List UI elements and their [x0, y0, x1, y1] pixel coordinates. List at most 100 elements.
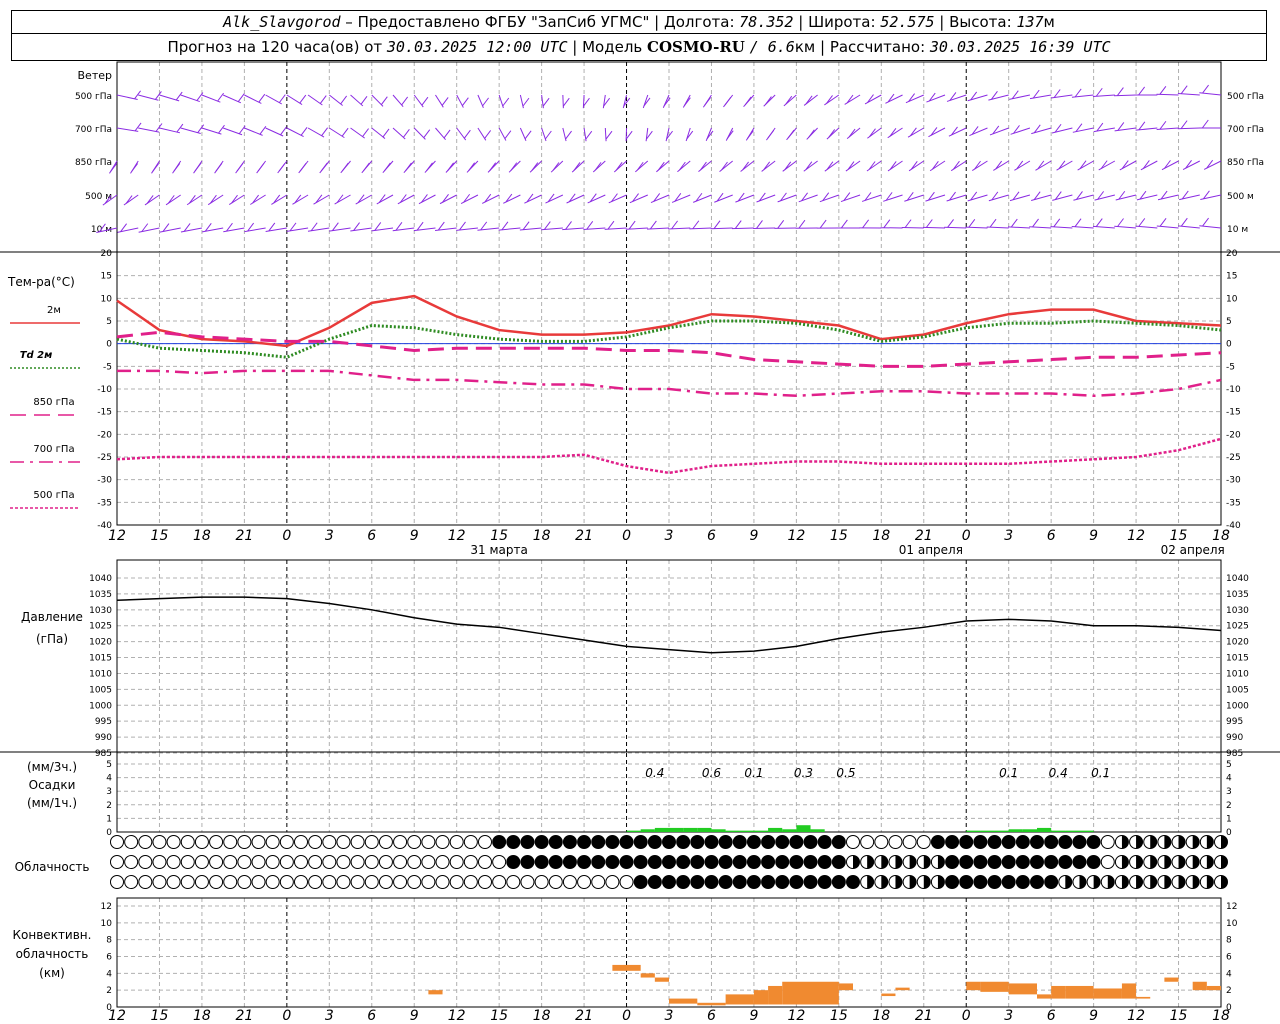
wind-barb-feather [968, 218, 976, 228]
wind-barb-feather [504, 130, 512, 139]
cloud-cover-half [1221, 875, 1228, 889]
wind-barb-feather [280, 126, 287, 136]
cloud-cover-symbol [393, 835, 408, 849]
wind-barb-feather [1138, 121, 1146, 131]
wind-barb-feather [299, 94, 307, 104]
wind-barb-feather [565, 130, 572, 140]
cloud-cover-symbol [591, 875, 606, 889]
precip-bar [966, 830, 981, 832]
cloud-cover-half [909, 875, 917, 889]
convective-cloud-bar [1121, 983, 1137, 999]
cloud-panel: Облачность [15, 835, 1228, 889]
wind-barb-feather [1202, 84, 1209, 94]
cloud-cover-symbol [223, 835, 238, 849]
temp-tick-left: -10 [97, 385, 112, 395]
wind-barb-feather [531, 162, 539, 171]
pressure-panel: Давление (гПа) 1040 1040 1035 1035 1030 1030 1… [21, 574, 1249, 759]
hour-tick-label: 3 [665, 1008, 674, 1024]
cloud-cover-symbol [152, 835, 167, 849]
wind-barb-feather [294, 194, 302, 204]
cloud-cover-symbol [676, 875, 691, 889]
convective-cloud-bar [1008, 983, 1037, 995]
precip-amount-label: 0.5 [836, 766, 855, 780]
wind-barb-feather [995, 160, 1003, 170]
wind-barb-feather [362, 128, 369, 137]
cloud-cover-symbol [647, 835, 662, 849]
wind-barb-feather [321, 127, 329, 137]
cloud-cover-symbol [789, 875, 804, 889]
cloud-cover-symbol [520, 835, 535, 849]
pressure-tick-right: 990 [1226, 733, 1243, 743]
wind-barb-feather [904, 219, 912, 228]
cloud-cover-half [937, 875, 945, 889]
hour-tick-label: 3 [325, 1008, 334, 1024]
cloud-cover-half [1121, 835, 1129, 849]
temp-tick-right: 20 [1226, 249, 1238, 259]
pressure-tick-right: 1025 [1226, 622, 1249, 632]
cloud-cover-symbol [718, 835, 733, 849]
wind-level-label: 700 гПа [75, 125, 112, 135]
cloud-cover-symbol [506, 855, 521, 869]
cloud-cover-symbol [251, 855, 266, 869]
cloud-cover-symbol [138, 835, 153, 849]
cloud-cover-symbol [577, 835, 592, 849]
wind-barb-feather [1074, 88, 1082, 98]
hour-tick-label: 15 [830, 1008, 848, 1024]
temp-tick-right: 15 [1226, 272, 1237, 282]
date-label: 02 апреля [1161, 543, 1225, 557]
hour-tick-label: 12 [787, 1008, 805, 1024]
date-label: 31 марта [470, 543, 527, 557]
precip-amount-label: 0.1 [744, 766, 763, 780]
hour-tick-label: 18 [533, 1008, 551, 1024]
hour-tick-label: 15 [490, 528, 508, 544]
hour-tick-label: 15 [830, 528, 848, 544]
wind-barb-feather [605, 130, 613, 140]
cloud-cover-half [1150, 835, 1157, 849]
cloud-cover-symbol [888, 835, 903, 849]
cloud-cover-symbol [1086, 855, 1101, 869]
cloud-cover-symbol [506, 875, 521, 889]
temperature-title: Тем-ра(°C) [7, 275, 75, 289]
wind-level-label-right: 850 гПа [1227, 158, 1264, 168]
wind-barb [671, 194, 691, 203]
cloud-cover-half [1107, 875, 1115, 889]
cloud-cover-symbol [350, 855, 365, 869]
wind-barb-feather [1032, 218, 1039, 228]
convective-title-3: (км) [39, 966, 65, 980]
hour-tick-label: 15 [151, 528, 169, 544]
cloud-cover-symbol [322, 855, 337, 869]
cloud-cover-symbol [237, 855, 252, 869]
cloud-cover-half [1121, 855, 1129, 869]
hour-tick-label: 21 [915, 1008, 933, 1024]
cloud-cover-symbol [322, 875, 337, 889]
convective-cloud-bar [654, 977, 669, 982]
cloud-cover-symbol [492, 835, 507, 849]
cloud-cover-symbol [138, 875, 153, 889]
conv-tick-left: 6 [106, 953, 112, 963]
cloud-cover-symbol [449, 835, 464, 849]
precip-amount-label: 0.1 [999, 766, 1018, 780]
wind-barb-feather [217, 92, 224, 102]
cloud-cover-symbol [973, 835, 988, 849]
cloud-cover-symbol [732, 855, 747, 869]
cloud-cover-symbol [308, 875, 323, 889]
cloud-cover-symbol [803, 875, 818, 889]
convective-cloud-bar [966, 981, 981, 991]
convective-cloud-bar [640, 973, 655, 978]
pressure-tick-left: 1005 [89, 685, 112, 695]
temp-tick-left: 0 [106, 340, 112, 350]
convective-title-2: облачность [16, 947, 89, 961]
precip-bar [782, 829, 797, 832]
wind-barb-feather [724, 96, 732, 106]
cloud-cover-symbol [1072, 855, 1087, 869]
cloud-cover-symbol [534, 875, 549, 889]
wind-barb-feather [777, 220, 785, 229]
wind-barb-feather [401, 96, 409, 106]
cloud-cover-symbol [732, 875, 747, 889]
cloud-cover-half [1136, 875, 1143, 889]
cloud-cover-symbol [959, 855, 974, 869]
cloud-cover-symbol [435, 855, 450, 869]
cloud-cover-half [1178, 855, 1186, 869]
cloud-cover-symbol [732, 835, 747, 849]
temp-tick-right: -40 [1226, 521, 1241, 531]
